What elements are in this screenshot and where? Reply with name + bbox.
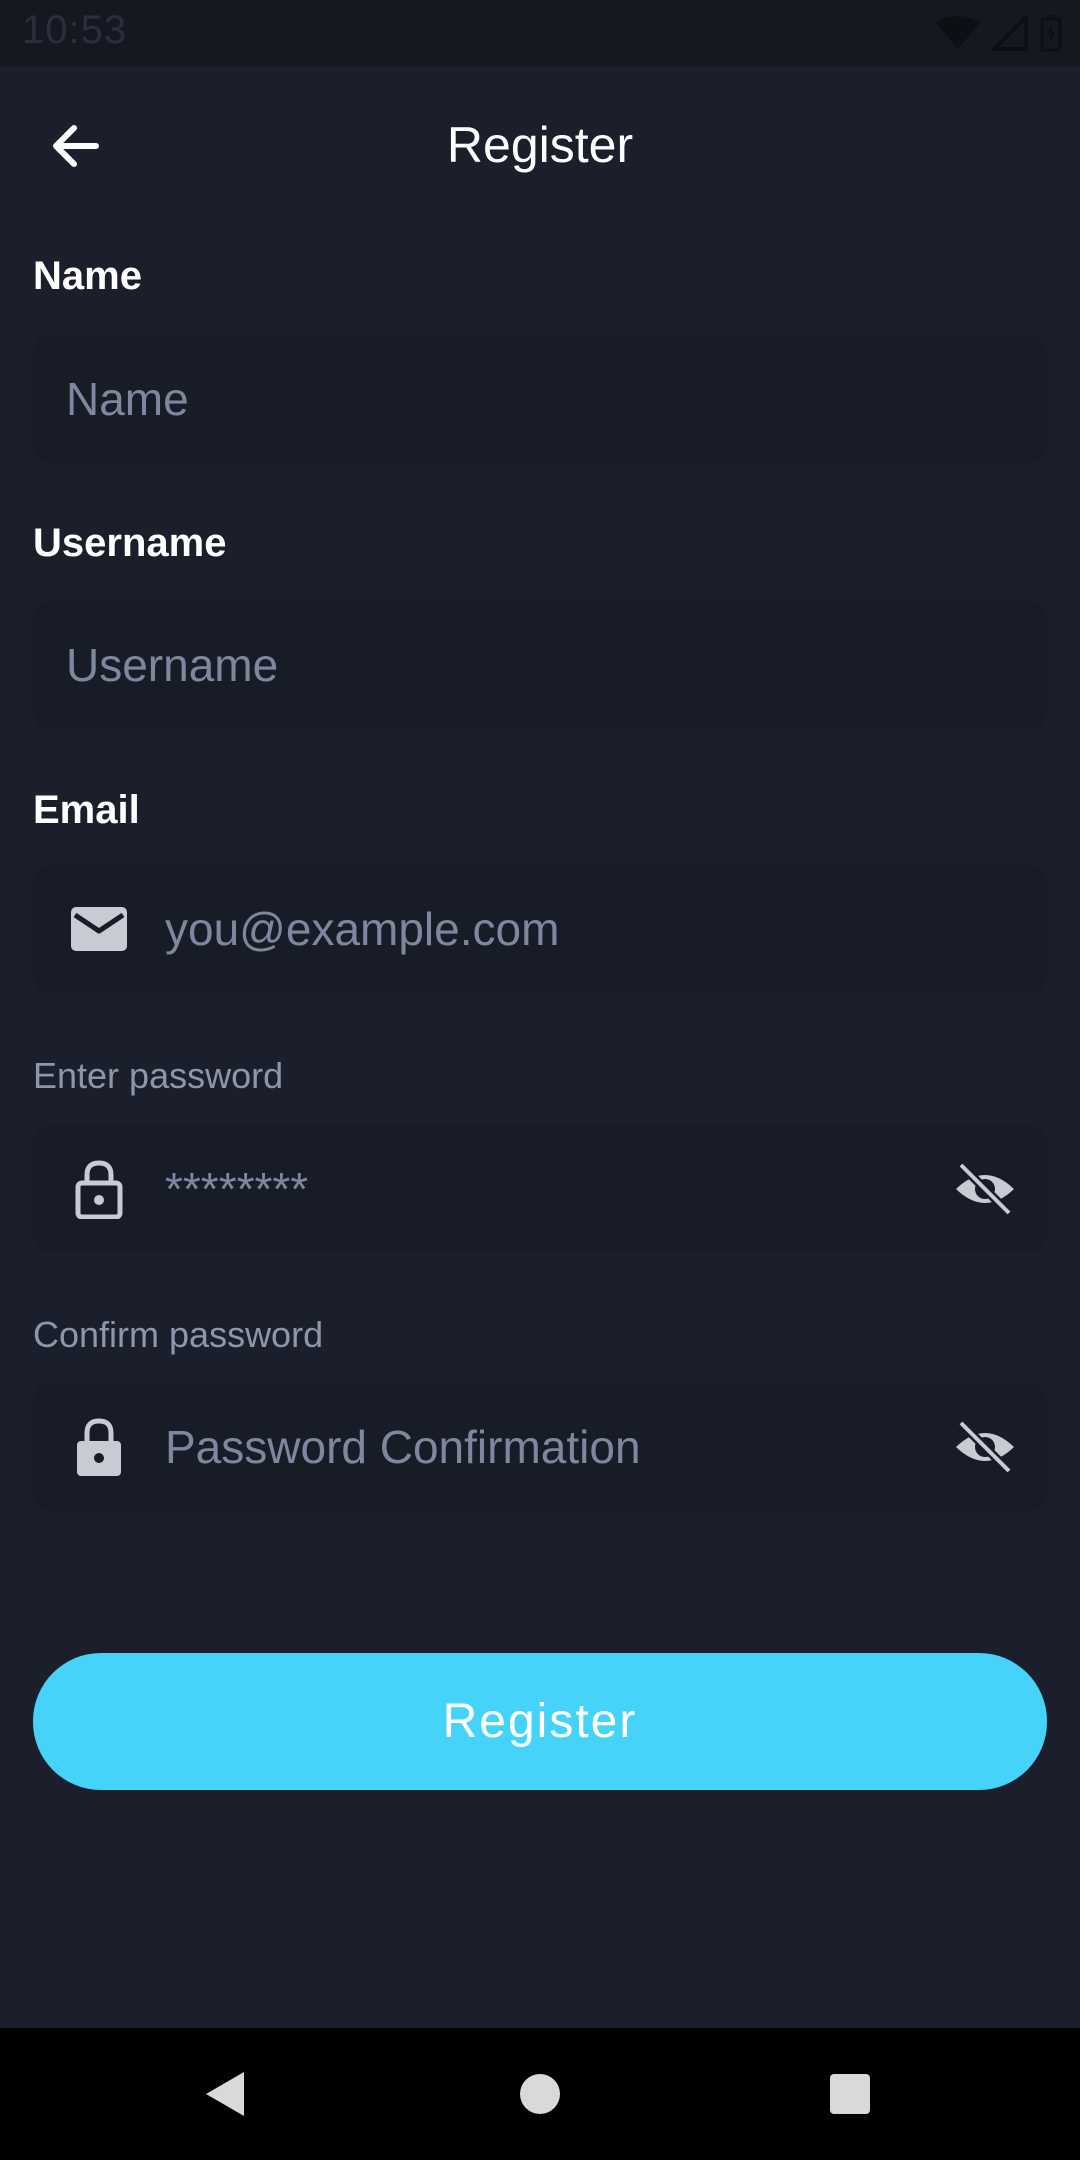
- name-label: Name: [33, 254, 142, 298]
- confirm-password-field: [33, 1383, 1047, 1511]
- password-label: Enter password: [33, 1055, 284, 1096]
- page-title: Register: [446, 117, 634, 173]
- nav-back-icon[interactable]: [196, 2064, 256, 2124]
- name-input[interactable]: [66, 335, 1007, 463]
- lock-icon: [77, 1418, 121, 1476]
- email-input[interactable]: [165, 865, 1007, 993]
- lock-open-icon: [75, 1160, 123, 1219]
- confirm-password-label: Confirm password: [33, 1314, 324, 1355]
- nav-home-icon[interactable]: [510, 2064, 570, 2124]
- password-input[interactable]: [165, 1125, 1007, 1253]
- password-field: [33, 1125, 1047, 1253]
- confirm-password-input[interactable]: [165, 1383, 1007, 1511]
- email-label: Email: [33, 788, 140, 832]
- email-field: [33, 865, 1047, 993]
- status-icons: [936, 14, 1062, 52]
- wifi-icon: [936, 16, 980, 49]
- system-nav-bar: [0, 2028, 1080, 2160]
- name-field: [33, 335, 1047, 463]
- username-label: Username: [33, 521, 227, 565]
- status-time: 10:53: [22, 8, 128, 52]
- nav-recents-icon[interactable]: [820, 2064, 880, 2124]
- app-bar: Register: [0, 66, 1080, 222]
- battery-icon: [1040, 15, 1062, 52]
- username-input[interactable]: [66, 601, 1007, 729]
- visibility-off-icon[interactable]: [953, 1159, 1017, 1219]
- visibility-off-icon[interactable]: [953, 1417, 1017, 1477]
- register-button[interactable]: Register: [33, 1653, 1047, 1790]
- signal-icon: [992, 15, 1028, 51]
- mail-icon: [71, 907, 127, 951]
- username-field: [33, 601, 1047, 729]
- status-bar: 10:53: [0, 0, 1080, 66]
